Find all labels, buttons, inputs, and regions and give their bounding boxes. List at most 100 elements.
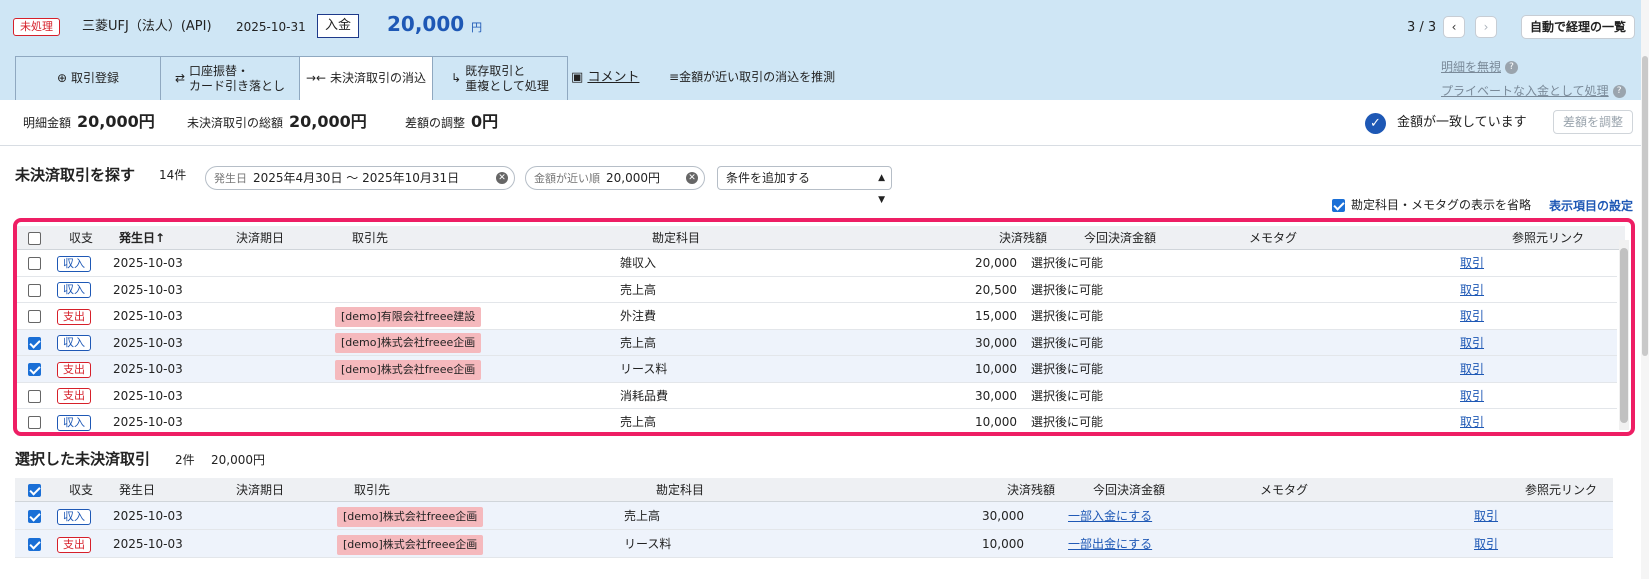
selected-table-header: 収支 発生日 決済期日 取引先 勘定科目 決済残額 今回決済金額 メモタグ 参照… bbox=[15, 478, 1613, 502]
row-balance: 10,000 bbox=[982, 537, 1024, 551]
suggest-link[interactable]: ≡金額が近い取引の消込を推測 bbox=[669, 69, 835, 86]
tab-duplicate-label: 既存取引と 重複として処理 bbox=[465, 64, 549, 94]
tab-reconcile[interactable]: →← 未決済取引の消込 bbox=[299, 56, 433, 100]
private-link[interactable]: プライベートな入金として処理? bbox=[1441, 82, 1626, 99]
sel-col-account: 勘定科目 bbox=[656, 483, 705, 497]
add-condition-select[interactable]: 条件を追加する ▲ ▼ bbox=[717, 166, 892, 205]
ref-link[interactable]: 取引 bbox=[1474, 502, 1498, 530]
select-arrows-icon: ▲ ▼ bbox=[878, 173, 885, 205]
tab-register-label: 取引登録 bbox=[71, 71, 120, 85]
detail-amount: 明細金額 20,000円 bbox=[23, 111, 155, 134]
chevron-left-icon[interactable]: ‹ bbox=[1443, 16, 1465, 38]
omit-option[interactable]: 勘定科目・メモタグの表示を省略 bbox=[1332, 198, 1531, 213]
merge-icon: →← bbox=[305, 71, 327, 85]
selected-count: 2件 bbox=[175, 453, 195, 467]
omit-label: 勘定科目・メモタグの表示を省略 bbox=[1351, 198, 1532, 212]
comment-label: コメント bbox=[587, 70, 640, 85]
adjust-diff-button[interactable]: 差額を調整 bbox=[1553, 110, 1634, 134]
amount-filter-key: 金額が近い順 bbox=[534, 172, 600, 185]
page-scroll-thumb[interactable] bbox=[1642, 56, 1648, 356]
tab-duplicate-line2: 重複として処理 bbox=[465, 78, 549, 93]
row-account: 売上高 bbox=[624, 509, 661, 523]
highlight-frame bbox=[13, 218, 1635, 436]
row-partner-cell: [demo]株式会社freee企画 bbox=[337, 530, 484, 558]
close-icon[interactable]: ✕ bbox=[496, 172, 508, 184]
sel-col-kind: 収支 bbox=[69, 483, 94, 497]
partial-payment-link[interactable]: 一部入金にする bbox=[1068, 502, 1152, 530]
omit-checkbox[interactable] bbox=[1332, 199, 1345, 212]
row-checkbox[interactable] bbox=[28, 538, 41, 551]
ignore-link[interactable]: 明細を無視? bbox=[1441, 58, 1519, 75]
match-message: 金額が一致しています bbox=[1397, 115, 1527, 130]
detail-amount-label: 明細金額 bbox=[23, 116, 72, 130]
sel-col-due: 決済期日 bbox=[236, 483, 285, 497]
tab-duplicate-line1: 既存取引と bbox=[465, 63, 526, 78]
amount-filter-chip[interactable]: 金額が近い順 20,000円 ✕ bbox=[525, 166, 705, 190]
row-kind-cell: 収入 bbox=[57, 502, 91, 530]
status-badge: 未処理 bbox=[13, 18, 60, 36]
header-bar: 未処理 三菱UFJ（法人）(API) 2025-10-31 入金 20,000 … bbox=[0, 0, 1649, 100]
tab-register[interactable]: ⊕ 取引登録 bbox=[15, 56, 161, 100]
diff-amount: 差額の調整 0円 bbox=[405, 111, 498, 134]
selected-all-checkbox-cell bbox=[28, 478, 41, 502]
sel-col-partner: 取引先 bbox=[354, 483, 391, 497]
check-circle-icon: ✓ bbox=[1365, 113, 1386, 134]
transfer-arrows-icon: ⇄ bbox=[174, 71, 186, 85]
type-badge: 入金 bbox=[317, 14, 360, 38]
selected-title: 選択した未決済取引 bbox=[15, 450, 151, 468]
date-filter-chip[interactable]: 発生日 2025年4月30日 〜 2025年10月31日 ✕ bbox=[205, 166, 515, 190]
total-amount: 未決済取引の総額 20,000円 bbox=[187, 111, 367, 134]
selected-total: 20,000円 bbox=[211, 453, 265, 467]
row-checkbox[interactable] bbox=[28, 510, 41, 523]
suggest-label: 金額が近い取引の消込を推測 bbox=[679, 70, 836, 84]
kind-badge: 収入 bbox=[57, 508, 91, 525]
kind-badge: 支出 bbox=[57, 536, 91, 553]
summary-bar: 明細金額 20,000円 未決済取引の総額 20,000円 差額の調整 0円 ✓ 金額… bbox=[0, 100, 1649, 146]
row-kind-cell: 支出 bbox=[57, 530, 91, 558]
ref-link[interactable]: 取引 bbox=[1474, 530, 1498, 558]
detail-amount-value: 20,000円 bbox=[77, 112, 155, 131]
statement-date: 2025-10-31 bbox=[236, 20, 306, 34]
sel-col-balance: 決済残額 bbox=[1006, 483, 1055, 497]
amount-filter-value: 20,000円 bbox=[606, 171, 660, 185]
tab-duplicate[interactable]: ↳ 既存取引と 重複として処理 bbox=[432, 56, 568, 100]
sel-col-ref: 参照元リンク bbox=[1525, 483, 1598, 497]
partner-tag: [demo]株式会社freee企画 bbox=[337, 534, 484, 555]
total-amount-label: 未決済取引の総額 bbox=[187, 116, 284, 130]
tab-reconcile-label: 未決済取引の消込 bbox=[330, 71, 427, 85]
action-tabs: ⊕ 取引登録 ⇄ 口座振替・ カード引き落とし →← 未決済取引の消込 ↳ 既存… bbox=[15, 56, 568, 100]
date-filter-key: 発生日 bbox=[214, 172, 247, 185]
auto-list-button[interactable]: 自動で経理の一覧 bbox=[1521, 15, 1636, 39]
diff-amount-label: 差額の調整 bbox=[405, 116, 466, 130]
tab-transfer-line1: 口座振替・ bbox=[189, 63, 250, 78]
tab-transfer[interactable]: ⇄ 口座振替・ カード引き落とし bbox=[160, 56, 300, 100]
table-row[interactable]: 支出 2025-10-03 [demo]株式会社freee企画 リース料 10,000 一… bbox=[15, 530, 1613, 558]
bank-name: 三菱UFJ（法人）(API) bbox=[82, 19, 212, 34]
row-date: 2025-10-03 bbox=[113, 537, 183, 551]
help-icon[interactable]: ? bbox=[1612, 85, 1626, 98]
list-check-icon: ≡ bbox=[669, 70, 680, 84]
chevron-right-icon[interactable]: › bbox=[1475, 16, 1497, 38]
private-label: プライベートな入金として処理 bbox=[1441, 84, 1609, 98]
selected-all-checkbox[interactable] bbox=[28, 484, 41, 497]
statement-amount: 20,000 円 bbox=[387, 11, 482, 41]
display-settings-link[interactable]: 表示項目の設定 bbox=[1549, 199, 1633, 214]
tab-transfer-line2: カード引き落とし bbox=[189, 78, 286, 93]
tab-transfer-label: 口座振替・ カード引き落とし bbox=[189, 64, 285, 94]
help-icon[interactable]: ? bbox=[1505, 61, 1519, 74]
table-row[interactable]: 収入 2025-10-03 [demo]株式会社freee企画 売上高 30,000 一部… bbox=[15, 502, 1613, 530]
row-account: リース料 bbox=[624, 537, 672, 551]
amount-value: 20,000 bbox=[387, 12, 465, 36]
total-amount-value: 20,000円 bbox=[289, 112, 367, 131]
comment-link[interactable]: ▣ コメント bbox=[571, 69, 639, 86]
close-icon[interactable]: ✕ bbox=[686, 172, 698, 184]
sel-col-date: 発生日 bbox=[119, 483, 156, 497]
partial-payment-link[interactable]: 一部出金にする bbox=[1068, 530, 1152, 558]
row-partner-cell: [demo]株式会社freee企画 bbox=[337, 502, 484, 530]
duplicate-arrow-icon: ↳ bbox=[451, 71, 462, 85]
search-count: 14件 bbox=[159, 168, 187, 182]
add-condition-label: 条件を追加する bbox=[726, 171, 811, 185]
sel-col-memo: メモタグ bbox=[1260, 483, 1309, 497]
row-checkbox-cell bbox=[28, 502, 41, 530]
plus-circle-icon: ⊕ bbox=[56, 71, 68, 85]
